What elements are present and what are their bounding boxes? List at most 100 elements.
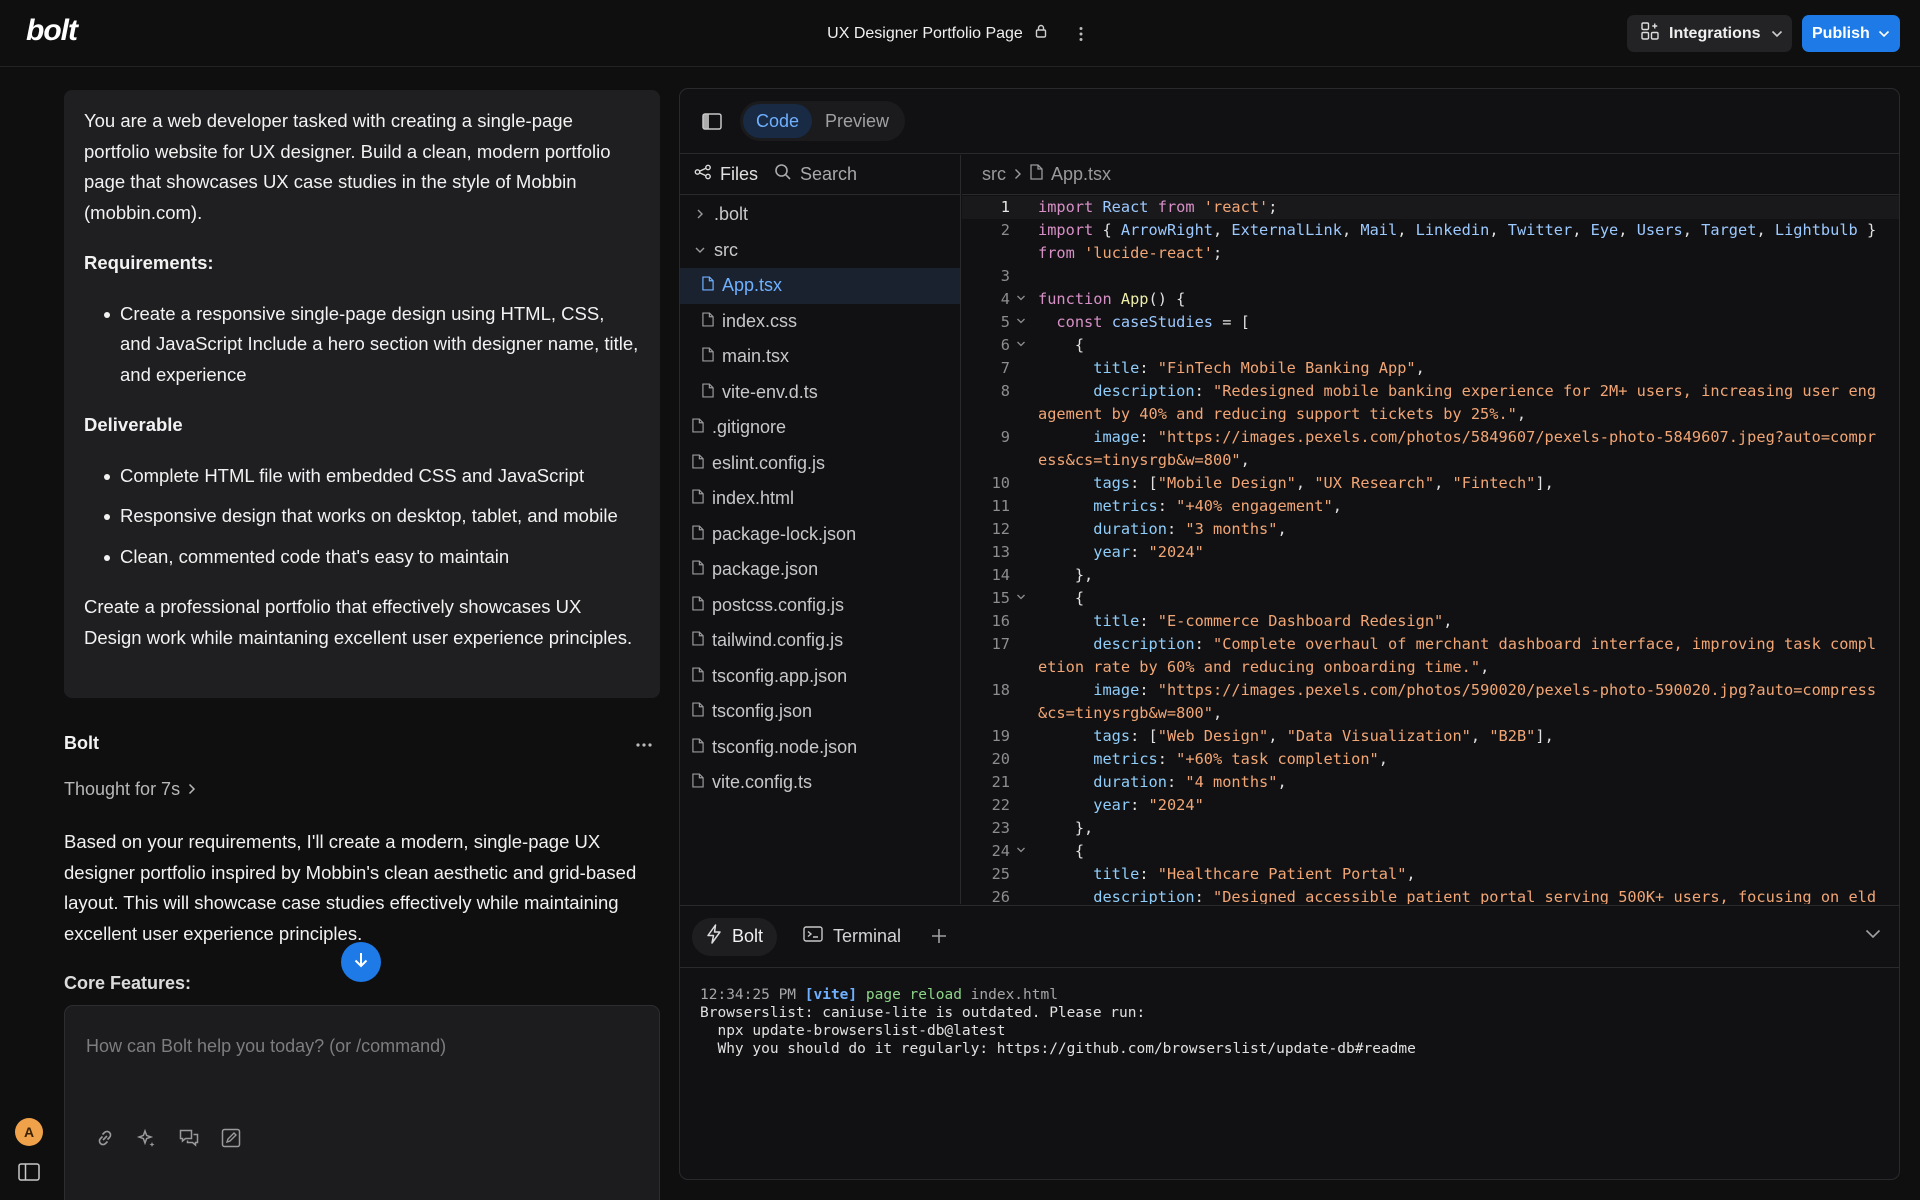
code-token: { [1038, 842, 1085, 860]
fold-chevron-icon[interactable] [1010, 587, 1032, 610]
project-menu-kebab-icon[interactable] [1069, 22, 1093, 46]
code-text: import React from 'react'; [1032, 196, 1899, 219]
chat-input[interactable]: How can Bolt help you today? (or /comman… [64, 1005, 660, 1200]
chat-icon[interactable] [177, 1126, 201, 1150]
tab-code[interactable]: Code [743, 104, 813, 138]
code-token: , [1434, 474, 1453, 492]
list-item: Clean, commented code that's easy to mai… [84, 542, 640, 573]
thought-toggle[interactable]: Thought for 7s [64, 779, 196, 800]
file-tree-item[interactable]: vite-env.d.ts [680, 375, 960, 411]
terminal-icon [803, 926, 823, 947]
deliverable-heading: Deliverable [84, 414, 183, 435]
fold-chevron-icon[interactable] [1010, 840, 1032, 863]
tab-preview[interactable]: Preview [812, 104, 902, 138]
chat-panel: You are a web developer tasked with crea… [64, 67, 660, 1200]
scroll-to-bottom-button[interactable] [341, 942, 381, 982]
file-icon [692, 524, 704, 545]
fold-gutter [1010, 265, 1032, 288]
tab-terminal[interactable]: Terminal [789, 918, 915, 956]
file-tree-folder[interactable]: .bolt [680, 197, 960, 233]
file-tree-item[interactable]: postcss.config.js [680, 588, 960, 624]
file-tree-item[interactable]: main.tsx [680, 339, 960, 375]
code-text: title: "E-commerce Dashboard Redesign", [1032, 610, 1899, 633]
code-text: { [1032, 334, 1899, 357]
chevron-down-icon[interactable] [1865, 926, 1881, 944]
project-title[interactable]: UX Designer Portfolio Page [827, 25, 1023, 43]
list-item: Create a responsive single-page design u… [84, 299, 640, 391]
file-tree-item[interactable]: tailwind.config.js [680, 623, 960, 659]
link-icon[interactable] [93, 1126, 117, 1150]
fold-chevron-icon[interactable] [1010, 288, 1032, 311]
file-tree-item[interactable]: index.css [680, 304, 960, 340]
integrations-icon [1641, 22, 1659, 45]
line-number: 4 [1000, 290, 1010, 308]
breadcrumb-file[interactable]: App.tsx [1051, 164, 1111, 185]
code-token: Lightbulb [1774, 221, 1858, 239]
fold-gutter [1010, 380, 1032, 426]
breadcrumb-folder[interactable]: src [982, 164, 1006, 185]
message-options-icon[interactable] [636, 731, 652, 752]
thought-label: Thought for 7s [64, 779, 181, 799]
file-icon [692, 488, 704, 509]
file-tree-item[interactable]: .gitignore [680, 410, 960, 446]
file-tree-item[interactable]: package.json [680, 552, 960, 588]
code-token: caseStudies [1111, 313, 1213, 331]
fold-gutter [1010, 219, 1032, 265]
tab-terminal-label: Terminal [833, 926, 902, 946]
panel-icon[interactable] [702, 113, 722, 135]
code-token: "2024" [1148, 543, 1204, 561]
code-token: "https://images.pexels.com/photos/584960… [1038, 428, 1877, 469]
file-tree-item[interactable]: vite.config.ts [680, 765, 960, 801]
fold-gutter [1010, 518, 1032, 541]
tab-files[interactable]: Files [694, 164, 758, 185]
edit-icon[interactable] [219, 1126, 243, 1150]
fold-chevron-icon[interactable] [1010, 311, 1032, 334]
tab-search[interactable]: Search [774, 163, 857, 186]
file-icon [692, 417, 704, 438]
code-token: "4 months" [1185, 773, 1278, 791]
view-switcher: Code Preview [740, 101, 906, 141]
tab-bolt[interactable]: Bolt [692, 917, 778, 956]
lock-icon [1035, 24, 1047, 43]
code-token: { [1102, 221, 1121, 239]
code-text: }, [1032, 564, 1899, 587]
code-text: description: "Designed accessible patien… [1032, 886, 1899, 904]
file-name: src [714, 239, 738, 260]
bolt-logo[interactable]: bolt [26, 14, 78, 48]
file-tree-item[interactable]: index.html [680, 481, 960, 517]
file-tree-item[interactable]: eslint.config.js [680, 446, 960, 482]
avatar[interactable]: A [15, 1118, 43, 1146]
code-area[interactable]: 1 import React from 'react'; 2 import { Arr… [962, 196, 1899, 904]
fold-chevron-icon[interactable] [1010, 334, 1032, 357]
publish-button[interactable]: Publish [1802, 15, 1900, 52]
code-token: }, [1038, 819, 1094, 837]
file-tree-item[interactable]: tsconfig.node.json [680, 730, 960, 766]
code-token: ], [1535, 474, 1554, 492]
code-text: tags: ["Mobile Design", "UX Research", "… [1032, 472, 1899, 495]
code-text: }, [1032, 817, 1899, 840]
bottom-tabs: Bolt Terminal [680, 906, 1899, 968]
sidebar-icon[interactable] [18, 1163, 40, 1181]
sparkle-icon[interactable] [135, 1126, 159, 1150]
plus-icon[interactable] [931, 924, 947, 950]
code-token: Linkedin [1415, 221, 1490, 239]
file-tree-folder[interactable]: src [680, 233, 960, 269]
code-line: 12 duration: "3 months", [962, 518, 1899, 541]
integrations-button[interactable]: Integrations [1627, 15, 1792, 52]
code-token: , [1332, 497, 1342, 515]
line-number: 15 [991, 589, 1010, 607]
files-icon [694, 164, 712, 185]
code-token: "https://images.pexels.com/photos/590020… [1038, 681, 1877, 722]
file-tree-item[interactable]: tsconfig.app.json [680, 659, 960, 695]
file-name: tsconfig.node.json [712, 736, 858, 757]
file-tree-item[interactable]: App.tsx [680, 268, 960, 304]
chevron-down-icon [1771, 25, 1783, 43]
code-line: 6 { [962, 334, 1899, 357]
code-token: from [1038, 244, 1085, 262]
file-tree-item[interactable]: tsconfig.json [680, 694, 960, 730]
code-token: metrics [1093, 497, 1158, 515]
file-tree-item[interactable]: package-lock.json [680, 517, 960, 553]
